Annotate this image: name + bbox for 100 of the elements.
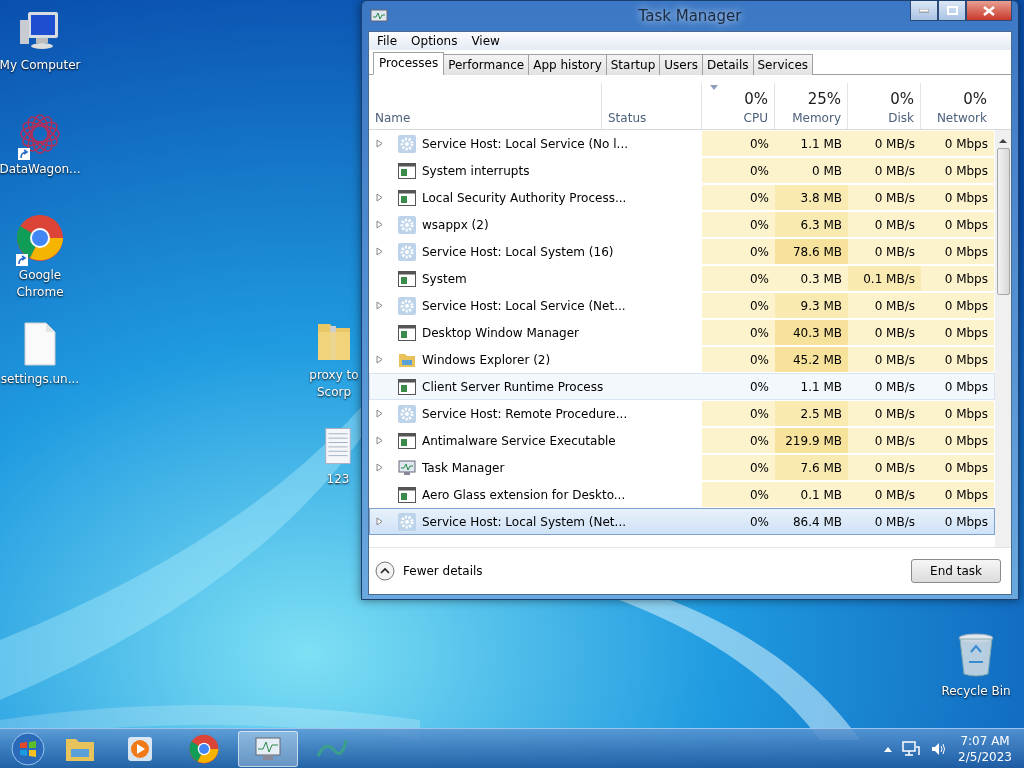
caret-icon[interactable] — [884, 745, 893, 752]
web-icon — [18, 112, 62, 156]
expand-arrow-icon[interactable] — [376, 436, 383, 445]
icon-label: Chrome — [16, 285, 64, 300]
table-cell: 0 MB/s — [848, 158, 921, 183]
expand-arrow-icon[interactable] — [376, 517, 383, 526]
menu-item[interactable]: View — [471, 34, 500, 48]
table-cell: 0 MB/s — [848, 482, 921, 507]
fewer-details-button[interactable]: Fewer details — [375, 561, 483, 581]
process-row[interactable]: Service Host: Local System (Net... 0% 86.4 MB 0 MB/s 0 Mbps — [369, 508, 995, 535]
process-row[interactable]: Desktop Window Manager 0% 40.3 MB 0 MB/s 0 Mbps — [369, 319, 995, 346]
icon-label: Scorp — [316, 385, 352, 400]
desktop-shortcut[interactable]: Recycle Bin — [936, 632, 1016, 699]
network-icon[interactable] — [902, 740, 921, 757]
sort-arrow-icon — [710, 85, 718, 90]
expand-arrow-icon[interactable] — [376, 409, 383, 418]
table-cell: 0 Mbps — [921, 185, 994, 210]
chevron-up-icon — [375, 561, 395, 581]
folder-icon — [398, 351, 416, 368]
process-name: Service Host: Local System (Net... — [422, 514, 626, 529]
process-name: Antimalware Service Executable — [422, 433, 616, 448]
minimize-icon — [919, 8, 929, 13]
process-name: Service Host: Local Service (No l... — [422, 136, 628, 151]
icon-label: proxy to — [309, 368, 359, 383]
process-name: Service Host: Remote Procedure... — [422, 406, 628, 421]
table-cell-text: 0 Mbps — [943, 513, 989, 531]
icon-label: settings.un... — [0, 372, 80, 387]
table-cell: 2.5 MB — [775, 401, 848, 426]
expand-arrow-icon[interactable] — [376, 139, 383, 148]
table-cell: 0% — [702, 401, 775, 426]
expand-arrow-icon[interactable] — [376, 301, 383, 310]
menu-item[interactable]: Options — [411, 34, 458, 48]
expand-arrow-icon[interactable] — [376, 355, 383, 364]
expand-arrow-icon[interactable] — [376, 193, 383, 202]
maximize-button[interactable] — [938, 1, 966, 21]
tab[interactable]: Performance — [443, 54, 530, 75]
window-icon — [398, 189, 416, 206]
process-row[interactable]: System 0% 0.3 MB 0.1 MB/s 0 Mbps — [369, 265, 995, 292]
table-cell: 0 Mbps — [921, 347, 994, 372]
process-row[interactable]: Service Host: Remote Procedure... 0% 2.5 MB 0 MB/s 0 Mbps — [369, 400, 995, 427]
table-cell: 0% — [702, 320, 775, 345]
process-row[interactable]: wsappx (2) 0% 6.3 MB 0 MB/s 0 Mbps — [369, 211, 995, 238]
column-header[interactable]: 25% Memory — [774, 83, 847, 129]
table-cell: 0 MB/s — [848, 212, 921, 237]
gear-icon — [398, 134, 416, 153]
expand-arrow-icon[interactable] — [376, 463, 383, 472]
process-name: System interrupts — [422, 163, 530, 178]
tab[interactable]: Details — [701, 54, 754, 75]
clock[interactable]: 7:07 AM 2/5/2023 — [958, 732, 1012, 765]
table-cell: 0.3 MB — [775, 266, 848, 291]
table-cell: 0% — [702, 158, 775, 183]
process-row[interactable]: Service Host: Local Service (No l... 0% 1.1 MB 0 MB/s 0 Mbps — [369, 130, 995, 157]
desktop-shortcut[interactable]: Google Chrome — [0, 214, 80, 300]
table-cell: 0 Mbps — [921, 239, 994, 264]
close-button[interactable] — [966, 1, 1012, 21]
table-cell: 0 Mbps — [921, 266, 994, 291]
process-row[interactable]: Windows Explorer (2) 0% 45.2 MB 0 MB/s 0 Mbps — [369, 346, 995, 373]
gear-icon — [398, 512, 416, 531]
process-row[interactable]: Aero Glass extension for Deskto... 0% 0.1 MB 0 MB/s 0 Mbps — [369, 481, 995, 508]
column-header[interactable]: 0% Network — [920, 83, 993, 129]
table-cell: 0% — [702, 347, 775, 372]
table-cell: 0.1 MB/s — [848, 266, 921, 291]
process-row[interactable]: Client Server Runtime Process 0% 1.1 MB 0 MB/s 0 Mbps — [369, 373, 995, 400]
table-cell: 0 Mbps — [921, 158, 994, 183]
process-row[interactable]: Antimalware Service Executable 0% 219.9 MB 0 MB/s 0 Mbps — [369, 427, 995, 454]
table-cell: 7.6 MB — [775, 455, 848, 480]
recycle-bin-icon — [956, 632, 996, 678]
tab[interactable]: App history — [528, 54, 607, 75]
table-cell: 0.1 MB — [775, 482, 848, 507]
chrome-icon[interactable] — [189, 733, 219, 764]
expand-arrow-icon[interactable] — [376, 247, 383, 256]
process-row[interactable]: Service Host: Local System (16) 0% 78.6 MB 0 MB/s 0 Mbps — [369, 238, 995, 265]
tab[interactable]: Users — [659, 54, 703, 75]
table-cell: 0 MB/s — [848, 131, 921, 156]
shortcut-arrow-icon — [18, 148, 30, 160]
desktop-shortcut[interactable]: My Computer — [0, 8, 80, 73]
table-cell: 78.6 MB — [775, 239, 848, 264]
scrollbar[interactable] — [995, 130, 1011, 547]
tab[interactable]: Startup — [605, 54, 661, 75]
tab[interactable]: Processes — [373, 52, 445, 75]
column-header[interactable]: Name — [369, 83, 601, 129]
column-header[interactable]: 0% Disk — [847, 83, 920, 129]
process-row[interactable]: System interrupts 0% 0 MB 0 MB/s 0 Mbps — [369, 157, 995, 184]
gear-icon — [398, 296, 416, 315]
column-header[interactable]: Status — [601, 83, 701, 129]
table-cell: 0 Mbps — [921, 455, 994, 480]
process-row[interactable]: Service Host: Local Service (Net... 0% 9.3 MB 0 MB/s 0 Mbps — [369, 292, 995, 319]
process-name: System — [422, 271, 467, 286]
desktop-shortcut[interactable]: DataWagon... — [0, 112, 80, 177]
column-header[interactable]: 0% CPU — [701, 83, 774, 129]
process-row[interactable]: Task Manager 0% 7.6 MB 0 MB/s 0 Mbps — [369, 454, 995, 481]
process-name: Service Host: Local Service (Net... — [422, 298, 626, 313]
expand-arrow-icon[interactable] — [376, 220, 383, 229]
menu-item[interactable]: File — [377, 34, 398, 48]
tab[interactable]: Services — [752, 54, 814, 75]
taskbar-button[interactable] — [238, 730, 298, 767]
end-task-button[interactable]: End task — [911, 559, 1001, 583]
process-row[interactable]: Local Security Authority Process... 0% 3.8 MB 0 MB/s 0 Mbps — [369, 184, 995, 211]
scroll-up-icon[interactable] — [999, 138, 1007, 144]
minimize-button[interactable] — [910, 1, 938, 21]
